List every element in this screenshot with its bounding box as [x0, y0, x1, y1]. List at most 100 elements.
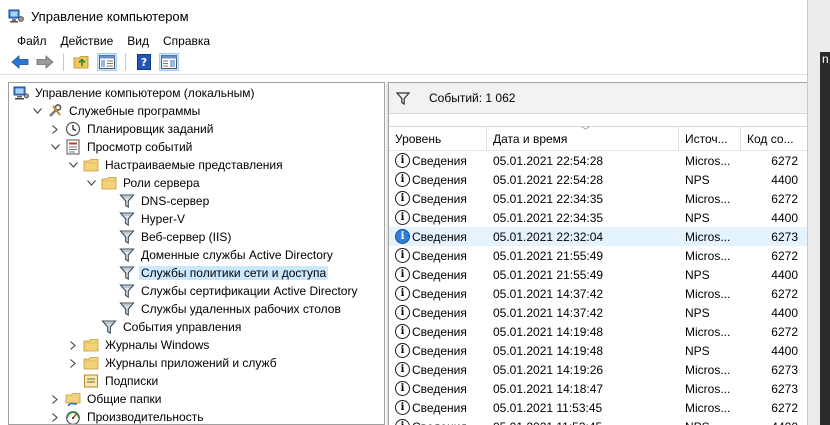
cell-datetime: 05.01.2021 11:53:45: [487, 417, 679, 425]
cell-source: Micros...: [685, 153, 731, 168]
table-row[interactable]: i Сведения 05.01.2021 22:34:35 NPS 4400: [389, 208, 807, 227]
table-row[interactable]: i Сведения 05.01.2021 14:19:48 NPS 4400: [389, 341, 807, 360]
chevron-right-icon[interactable]: [49, 408, 61, 424]
tree-node[interactable]: Службы политики сети и доступа: [103, 264, 329, 282]
tree-node[interactable]: Управление компьютером (локальным): [13, 84, 257, 102]
table-row[interactable]: i Сведения 05.01.2021 22:32:04 Micros... 627…: [389, 227, 807, 246]
tree-node[interactable]: Планировщик заданий: [49, 120, 215, 138]
cell-datetime: 05.01.2021 11:53:45: [493, 400, 603, 415]
properties-icon: [161, 55, 177, 69]
info-icon: i: [395, 381, 410, 396]
computer-icon: [13, 85, 29, 101]
cell-datetime: 05.01.2021 21:55:49: [493, 248, 604, 263]
cell-level: iСведения: [389, 322, 487, 341]
table-row[interactable]: i Сведения 05.01.2021 14:19:48 Micros... 627…: [389, 322, 807, 341]
info-icon: i: [395, 305, 410, 320]
tree-node[interactable]: События управления: [85, 318, 243, 336]
chevron-down-icon[interactable]: [67, 156, 79, 174]
tree-node[interactable]: Подписки: [67, 372, 160, 390]
column-level[interactable]: Уровень: [389, 126, 487, 151]
table-row[interactable]: i Сведения 05.01.2021 22:54:28 Micros... 627…: [389, 151, 807, 170]
tree-node-label: Веб-сервер (IIS): [141, 230, 232, 244]
forward-button[interactable]: [35, 53, 55, 71]
table-row[interactable]: i Сведения 05.01.2021 14:19:26 Micros... 627…: [389, 360, 807, 379]
cell-datetime: 05.01.2021 14:19:48: [493, 324, 604, 339]
info-icon: i: [395, 248, 410, 263]
chevron-right-icon[interactable]: [67, 354, 79, 372]
event-list-pane: Событий: 1 062 ﹀ Уровень Дата и время Ис…: [389, 82, 807, 425]
filter-icon: [119, 265, 135, 281]
menu-view[interactable]: Вид: [120, 34, 156, 48]
level-text: Сведения: [412, 305, 467, 320]
chevron-down-icon[interactable]: [31, 102, 43, 120]
tree-node[interactable]: Служебные программы: [31, 102, 202, 120]
level-text: Сведения: [412, 324, 467, 339]
tree-node[interactable]: Настраиваемые представления: [67, 156, 285, 174]
background-window-edge: [820, 52, 830, 425]
chevron-right-icon[interactable]: [49, 390, 61, 408]
subscriptions-icon: [83, 373, 99, 389]
table-row[interactable]: i Сведения 05.01.2021 22:34:35 Micros... 627…: [389, 189, 807, 208]
tree-node[interactable]: Доменные службы Active Directory: [103, 246, 335, 264]
computer-management-icon: [8, 9, 24, 23]
level-text: Сведения: [412, 267, 467, 282]
table-row[interactable]: i Сведения 05.01.2021 21:55:49 NPS 4400: [389, 265, 807, 284]
column-event-id[interactable]: Код со...: [741, 127, 807, 151]
tree-node[interactable]: Веб-сервер (IIS): [103, 228, 233, 246]
level-text: Сведения: [412, 172, 467, 187]
filter-icon: [119, 193, 135, 209]
chevron-right-icon[interactable]: [67, 336, 79, 354]
properties-button[interactable]: [159, 53, 179, 71]
tree-node-label: Подписки: [105, 374, 159, 388]
console-tree: Управление компьютером (локальным) Служеб…: [8, 82, 384, 425]
table-row[interactable]: i Сведения 05.01.2021 22:54:28 NPS 4400: [389, 170, 807, 189]
tools-icon: [47, 103, 63, 119]
chevron-down-icon[interactable]: [85, 174, 97, 192]
table-row[interactable]: i Сведения 05.01.2021 14:37:42 NPS 4400: [389, 303, 807, 322]
show-tree-button[interactable]: [97, 53, 117, 71]
cell-datetime: 05.01.2021 14:37:42: [493, 286, 604, 301]
tree-node[interactable]: Общие папки: [49, 390, 163, 408]
tree-node-label: Производительность: [87, 410, 204, 424]
tree-node[interactable]: Журналы приложений и служб: [67, 354, 279, 372]
tree-node[interactable]: Журналы Windows: [67, 336, 211, 354]
table-row[interactable]: i Сведения 05.01.2021 14:18:47 Micros... 627…: [389, 379, 807, 398]
tree-node[interactable]: Службы сертификации Active Directory: [103, 282, 359, 300]
tree-node[interactable]: Hyper-V: [103, 210, 187, 228]
table-row[interactable]: i Сведения 05.01.2021 21:55:49 Micros... 627…: [389, 246, 807, 265]
cell-level: iСведения: [389, 246, 487, 265]
cell-source: NPS: [685, 343, 710, 358]
table-row[interactable]: iСведения05.01.2021 11:53:45NPS4400: [389, 417, 807, 425]
cell-event-id: 6273: [771, 362, 798, 377]
chevron-right-icon[interactable]: [49, 120, 61, 138]
info-icon: i: [395, 419, 410, 425]
cell-event-id: 6272: [771, 191, 798, 206]
up-folder-button[interactable]: [72, 53, 92, 71]
level-text: Сведения: [412, 286, 467, 301]
cell-level: iСведения: [389, 360, 487, 379]
level-text: Сведения: [412, 362, 467, 377]
level-text: Сведения: [412, 420, 467, 425]
cell-datetime: 05.01.2021 14:37:42: [493, 305, 604, 320]
tree-node[interactable]: Просмотр событий: [49, 138, 194, 156]
back-button[interactable]: [10, 53, 30, 71]
filter-icon: [119, 247, 135, 263]
cell-level: iСведения: [389, 265, 487, 284]
chevron-down-icon[interactable]: [49, 138, 61, 156]
tree-node[interactable]: DNS-сервер: [103, 192, 211, 210]
tree-node[interactable]: Службы удаленных рабочих столов: [103, 300, 343, 318]
table-row[interactable]: i Сведения 05.01.2021 11:53:45 Micros... 627…: [389, 398, 807, 417]
content-panes: Управление компьютером (локальным) Служеб…: [0, 82, 807, 425]
cell-source: Micros...: [685, 362, 731, 377]
table-row[interactable]: i Сведения 05.01.2021 14:37:42 Micros... 627…: [389, 284, 807, 303]
menu-file[interactable]: Файл: [10, 34, 54, 48]
tree-node[interactable]: Производительность: [49, 408, 205, 424]
tree-node[interactable]: Роли сервера: [85, 174, 202, 192]
help-button[interactable]: ?: [134, 53, 154, 71]
column-source[interactable]: Источ...: [679, 126, 741, 151]
menu-help[interactable]: Справка: [156, 34, 217, 48]
menu-action[interactable]: Действие: [54, 34, 121, 48]
